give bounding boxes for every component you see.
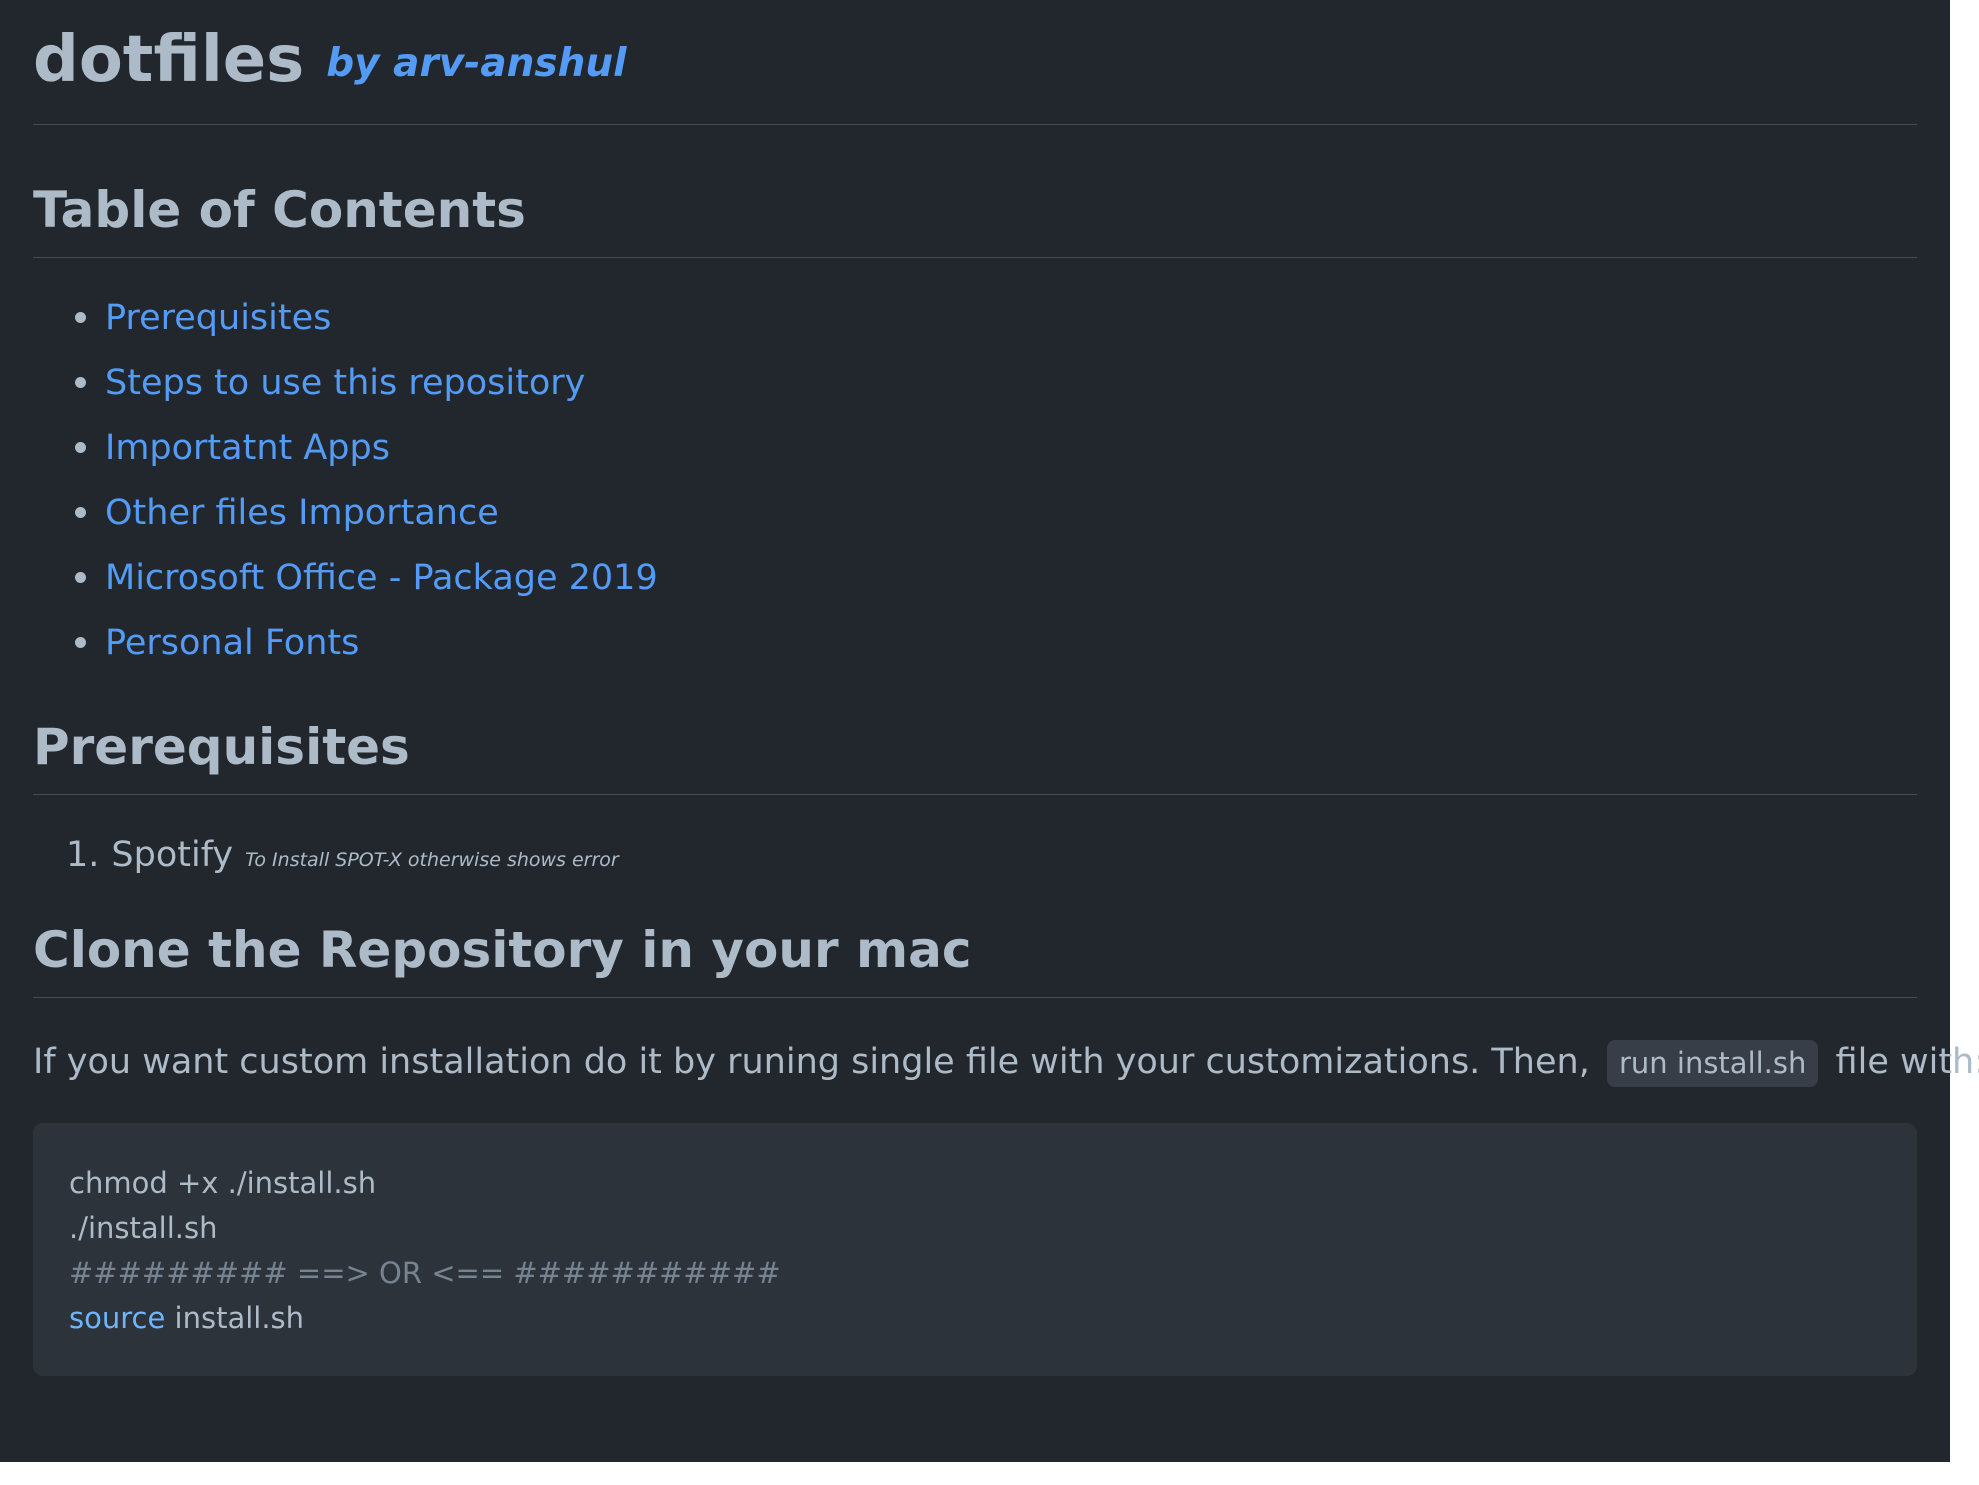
clone-text-before: If you want custom installation do it by… [33, 1042, 1590, 1082]
prereq-item: 1. Spotify To Install SPOT-X otherwise s… [33, 795, 1917, 895]
bullet-icon [75, 377, 86, 388]
prereq-heading-wrap: Prerequisites [33, 688, 1917, 794]
toc-heading-wrap: Table of Contents [33, 125, 1917, 257]
prereq-note: To Install SPOT-X otherwise shows error [245, 849, 619, 871]
toc-item: Steps to use this repository [33, 363, 1917, 428]
prereq-name: Spotify [111, 835, 234, 875]
prereq-heading: Prerequisites [33, 718, 410, 776]
bullet-icon [75, 637, 86, 648]
bullet-icon [75, 312, 86, 323]
toc-item: Importatnt Apps [33, 428, 1917, 493]
clone-paragraph: If you want custom installation do it by… [33, 998, 1979, 1087]
toc-item: Other files Importance [33, 493, 1917, 558]
repo-header: dotfiles by arv-anshul [33, 0, 1917, 124]
code-keyword: source [69, 1300, 166, 1335]
toc-item: Microsoft Office - Package 2019 [33, 558, 1917, 623]
code-block[interactable]: chmod +x ./install.sh ./install.sh #####… [33, 1122, 1917, 1376]
code-text: install.sh [165, 1300, 305, 1335]
toc-link-important-apps[interactable]: Importatnt Apps [105, 428, 390, 468]
toc-item: Personal Fonts [33, 623, 1917, 688]
bullet-icon [75, 442, 86, 453]
repo-author: by arv-anshul [326, 40, 627, 86]
toc-link-prerequisites[interactable]: Prerequisites [105, 298, 331, 338]
toc-item: Prerequisites [33, 298, 1917, 363]
toc-link-steps[interactable]: Steps to use this repository [105, 363, 585, 403]
toc-link-personal-fonts[interactable]: Personal Fonts [105, 623, 359, 663]
code-comment: ######### ==> OR <== ########### [69, 1255, 781, 1290]
repo-title: dotfiles [33, 23, 305, 97]
clone-heading-wrap: Clone the Repository in your mac [33, 895, 1917, 997]
code-line: source install.sh [69, 1296, 1881, 1341]
bullet-icon [75, 507, 86, 518]
toc-link-ms-office[interactable]: Microsoft Office - Package 2019 [105, 558, 658, 598]
toc-link-other-files[interactable]: Other files Importance [105, 493, 499, 533]
toc-list: Prerequisites Steps to use this reposito… [33, 258, 1917, 688]
readme-page: dotfiles by arv-anshul Table of Contents… [0, 0, 1979, 1462]
clone-heading: Clone the Repository in your mac [33, 921, 972, 979]
clone-text-after: file with: [1835, 1042, 1979, 1082]
bullet-icon [75, 572, 86, 583]
code-line: ./install.sh [69, 1210, 218, 1245]
code-line: chmod +x ./install.sh [69, 1165, 377, 1200]
readme-content: dotfiles by arv-anshul Table of Contents… [33, 0, 1979, 1376]
prereq-number: 1. [66, 835, 100, 875]
inline-code: run install.sh [1606, 1039, 1819, 1087]
toc-heading: Table of Contents [33, 181, 526, 239]
